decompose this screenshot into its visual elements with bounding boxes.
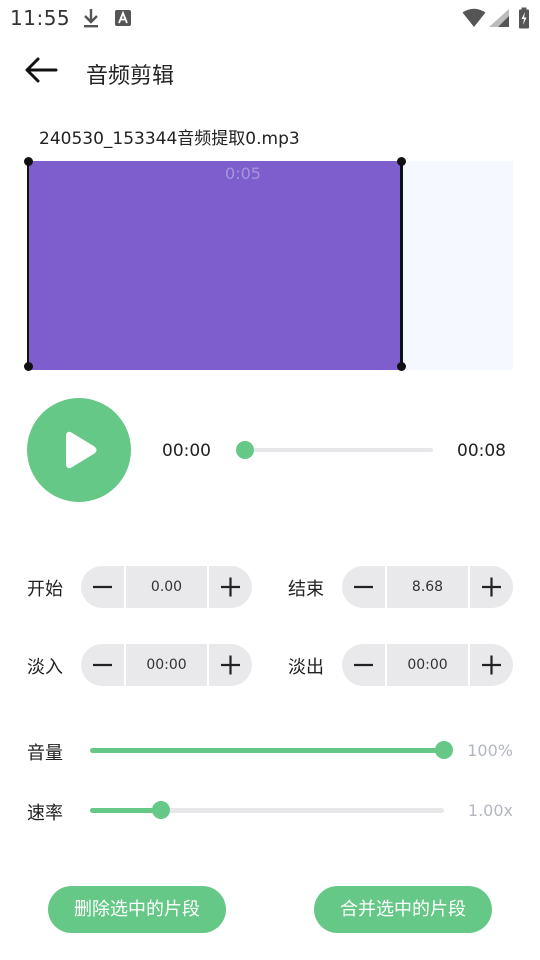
- selection-end-bottom-handle[interactable]: [397, 362, 406, 371]
- plus-icon: [221, 577, 240, 597]
- fade-out-stepper: 00:00: [342, 644, 513, 686]
- end-decrement-button[interactable]: [342, 566, 385, 608]
- signal-icon: [488, 8, 510, 32]
- status-bar: 11:55: [0, 0, 540, 36]
- volume-slider[interactable]: [90, 741, 453, 759]
- file-name: 240530_153344音频提取0.mp3: [39, 129, 300, 149]
- start-decrement-button[interactable]: [81, 566, 124, 608]
- volume-value: 100%: [467, 741, 513, 760]
- selection-time-label: 0:05: [225, 164, 261, 183]
- end-increment-button[interactable]: [470, 566, 513, 608]
- merge-selected-segment-button[interactable]: 合并选中的片段: [314, 886, 492, 933]
- end-stepper: 8.68: [342, 566, 513, 608]
- selection-start-bottom-handle[interactable]: [24, 362, 33, 371]
- playback-progress-slider[interactable]: [236, 441, 433, 459]
- current-time: 00:00: [162, 441, 211, 461]
- start-increment-button[interactable]: [209, 566, 252, 608]
- minus-icon: [93, 585, 112, 589]
- fade-in-increment-button[interactable]: [209, 644, 252, 686]
- play-icon: [66, 431, 97, 469]
- plus-icon: [221, 655, 240, 675]
- end-value-input[interactable]: 8.68: [387, 566, 468, 608]
- minus-icon: [354, 585, 373, 589]
- fade-in-value-input[interactable]: 00:00: [126, 644, 207, 686]
- fade-in-decrement-button[interactable]: [81, 644, 124, 686]
- text-a-icon: [114, 9, 132, 31]
- selection-start-top-handle[interactable]: [24, 157, 33, 166]
- speed-slider-fill: [90, 808, 161, 813]
- fade-out-increment-button[interactable]: [470, 644, 513, 686]
- speed-slider-thumb[interactable]: [151, 801, 170, 819]
- delete-selected-segment-button[interactable]: 删除选中的片段: [48, 886, 226, 933]
- fade-out-label: 淡出: [288, 657, 324, 678]
- fade-out-value-input[interactable]: 00:00: [387, 644, 468, 686]
- back-button[interactable]: [22, 55, 60, 87]
- fade-out-decrement-button[interactable]: [342, 644, 385, 686]
- wifi-icon: [462, 8, 486, 32]
- playback-progress-thumb[interactable]: [236, 441, 254, 459]
- total-time: 00:08: [457, 441, 506, 461]
- selection-end-edge[interactable]: [400, 161, 403, 370]
- volume-slider-fill: [90, 748, 444, 753]
- start-stepper: 0.00: [81, 566, 252, 608]
- fade-in-label: 淡入: [27, 657, 63, 678]
- play-button[interactable]: [27, 398, 131, 502]
- selection-start-edge[interactable]: [27, 161, 29, 370]
- download-icon: [82, 8, 100, 32]
- battery-icon: [518, 7, 530, 33]
- end-label: 结束: [288, 579, 324, 600]
- volume-label: 音量: [27, 743, 63, 764]
- page-title: 音频剪辑: [86, 64, 175, 89]
- status-time: 11:55: [10, 6, 71, 30]
- fade-in-stepper: 00:00: [81, 644, 252, 686]
- minus-icon: [354, 663, 373, 667]
- waveform-selection[interactable]: [29, 161, 401, 370]
- speed-value: 1.00x: [467, 801, 513, 820]
- start-value-input[interactable]: 0.00: [126, 566, 207, 608]
- speed-slider[interactable]: [90, 801, 444, 819]
- back-arrow-icon: [25, 57, 58, 83]
- plus-icon: [482, 577, 501, 597]
- minus-icon: [93, 663, 112, 667]
- speed-label: 速率: [27, 803, 63, 824]
- selection-end-top-handle[interactable]: [397, 157, 406, 166]
- plus-icon: [482, 655, 501, 675]
- start-label: 开始: [27, 579, 63, 600]
